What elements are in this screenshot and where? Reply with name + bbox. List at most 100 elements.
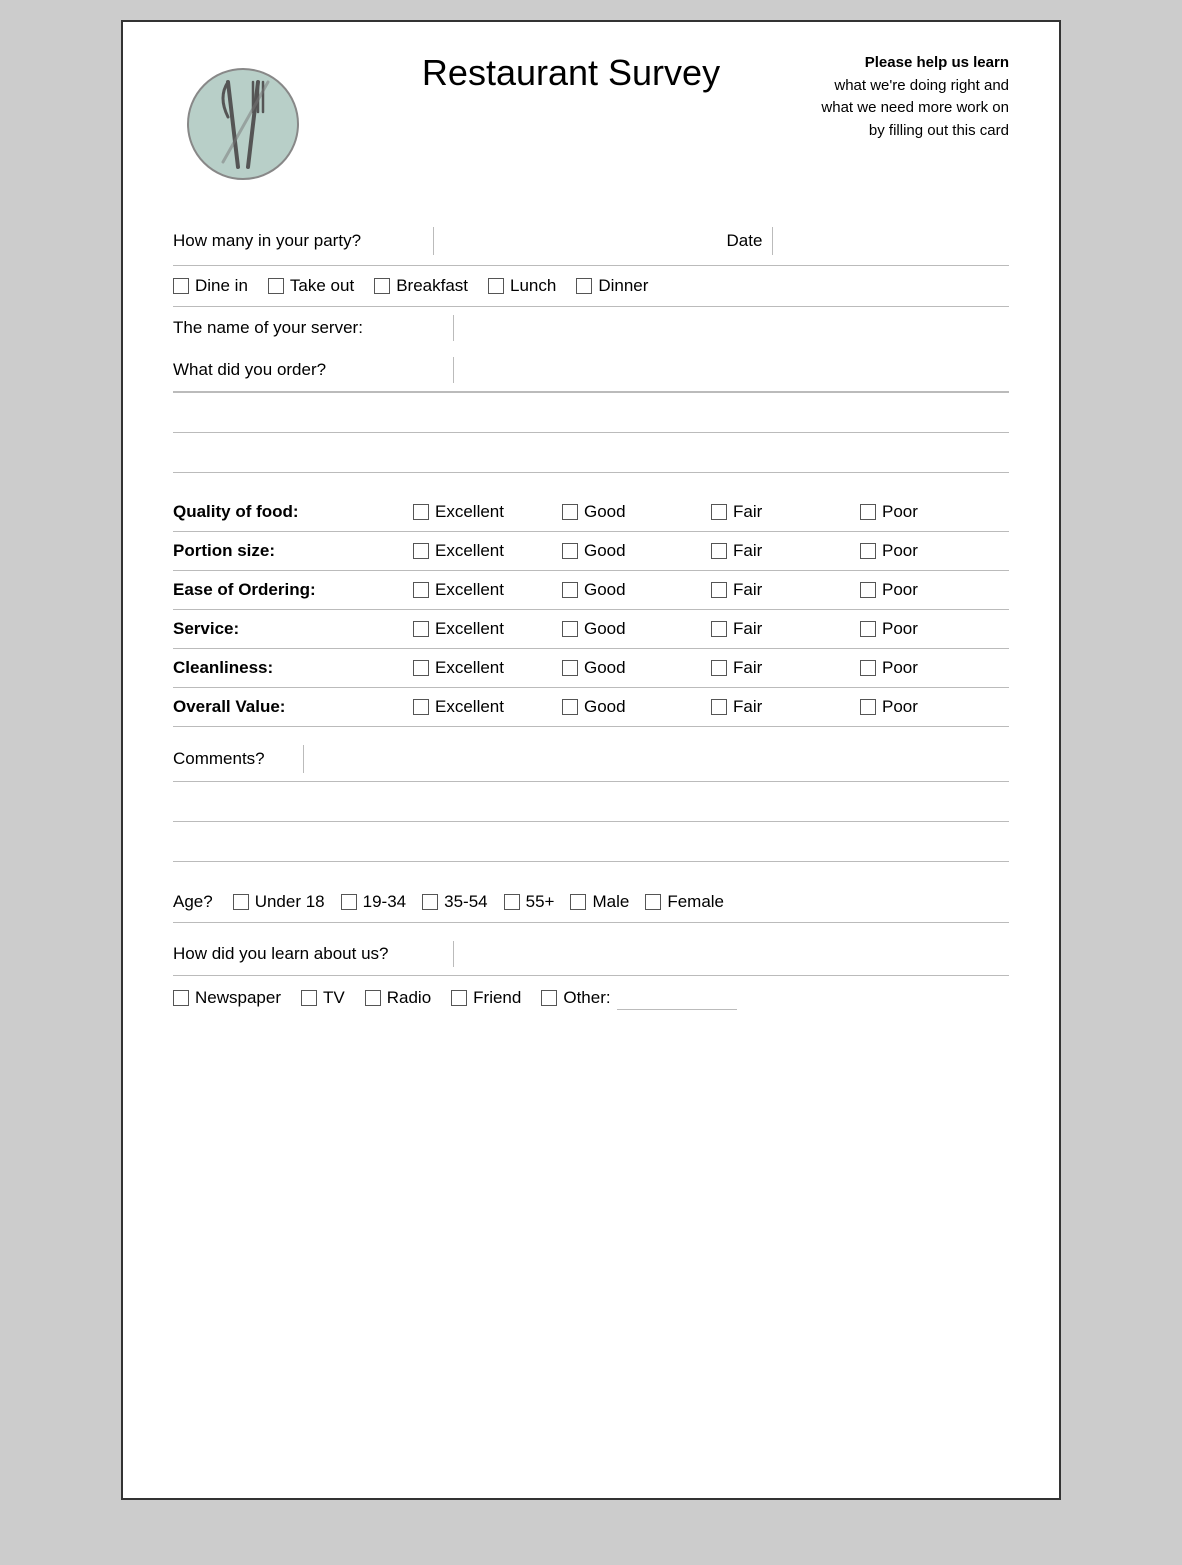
service-fair: Fair xyxy=(711,619,860,639)
party-input[interactable] xyxy=(433,227,727,255)
cleanliness-poor: Poor xyxy=(860,658,1009,678)
party-label: How many in your party? xyxy=(173,231,433,251)
dine-in-checkbox[interactable] xyxy=(173,278,189,294)
comments-label: Comments? xyxy=(173,749,303,769)
age-55plus-checkbox[interactable] xyxy=(504,894,520,910)
learn-label-row: How did you learn about us? xyxy=(173,933,1009,976)
page-title: Restaurant Survey xyxy=(333,52,809,94)
rating-label-service: Service: xyxy=(173,619,413,639)
age-1934-checkbox[interactable] xyxy=(341,894,357,910)
learn-newspaper-checkbox[interactable] xyxy=(173,990,189,1006)
rating-row-service: Service: Excellent Good Fair Poor xyxy=(173,610,1009,649)
age-under18-checkbox[interactable] xyxy=(233,894,249,910)
cleanliness-excellent-checkbox[interactable] xyxy=(413,660,429,676)
dinner-label: Dinner xyxy=(598,276,648,296)
learn-tv-checkbox[interactable] xyxy=(301,990,317,1006)
comments-section: Comments? xyxy=(173,737,1009,862)
take-out-checkbox[interactable] xyxy=(268,278,284,294)
ordering-excellent-checkbox[interactable] xyxy=(413,582,429,598)
food-poor-checkbox[interactable] xyxy=(860,504,876,520)
service-excellent: Excellent xyxy=(413,619,562,639)
ratings-section: Quality of food: Excellent Good Fair Poo… xyxy=(173,493,1009,727)
gender-male: Male xyxy=(570,892,629,912)
portion-fair-checkbox[interactable] xyxy=(711,543,727,559)
ordering-poor: Poor xyxy=(860,580,1009,600)
gender-female-checkbox[interactable] xyxy=(645,894,661,910)
age-label: Age? xyxy=(173,892,213,912)
food-poor: Poor xyxy=(860,502,1009,522)
take-out-label: Take out xyxy=(290,276,354,296)
service-excellent-checkbox[interactable] xyxy=(413,621,429,637)
order-input[interactable] xyxy=(453,357,1009,383)
ordering-poor-checkbox[interactable] xyxy=(860,582,876,598)
blank-line-1 xyxy=(173,397,1009,433)
cleanliness-good-checkbox[interactable] xyxy=(562,660,578,676)
rating-row-value: Overall Value: Excellent Good Fair Poor xyxy=(173,688,1009,727)
portion-good-checkbox[interactable] xyxy=(562,543,578,559)
survey-card: Restaurant Survey Please help us learn w… xyxy=(121,20,1061,1500)
lunch-checkbox[interactable] xyxy=(488,278,504,294)
rating-label-cleanliness: Cleanliness: xyxy=(173,658,413,678)
value-fair-checkbox[interactable] xyxy=(711,699,727,715)
food-fair: Fair xyxy=(711,502,860,522)
learn-other-input[interactable] xyxy=(617,986,737,1010)
age-55plus: 55+ xyxy=(504,892,555,912)
rating-row-ordering: Ease of Ordering: Excellent Good Fair Po… xyxy=(173,571,1009,610)
order-label: What did you order? xyxy=(173,360,453,380)
food-good-checkbox[interactable] xyxy=(562,504,578,520)
dine-in-label: Dine in xyxy=(195,276,248,296)
portion-good: Good xyxy=(562,541,711,561)
age-under18: Under 18 xyxy=(233,892,325,912)
date-input[interactable] xyxy=(772,227,1009,255)
value-poor-checkbox[interactable] xyxy=(860,699,876,715)
cleanliness-good: Good xyxy=(562,658,711,678)
value-excellent: Excellent xyxy=(413,697,562,717)
learn-tv: TV xyxy=(301,988,345,1008)
food-excellent-checkbox[interactable] xyxy=(413,504,429,520)
portion-excellent-checkbox[interactable] xyxy=(413,543,429,559)
rating-label-portion: Portion size: xyxy=(173,541,413,561)
portion-poor-checkbox[interactable] xyxy=(860,543,876,559)
breakfast-label: Breakfast xyxy=(396,276,468,296)
ordering-fair-checkbox[interactable] xyxy=(711,582,727,598)
cleanliness-excellent: Excellent xyxy=(413,658,562,678)
tagline: Please help us learn what we're doing ri… xyxy=(809,52,1009,142)
dinner-checkbox[interactable] xyxy=(576,278,592,294)
server-input[interactable] xyxy=(453,315,1009,341)
ordering-good-checkbox[interactable] xyxy=(562,582,578,598)
age-3554-checkbox[interactable] xyxy=(422,894,438,910)
service-poor-checkbox[interactable] xyxy=(860,621,876,637)
blank-line-2 xyxy=(173,437,1009,473)
comments-input[interactable] xyxy=(303,745,1009,773)
food-good: Good xyxy=(562,502,711,522)
gender-male-checkbox[interactable] xyxy=(570,894,586,910)
learn-other-checkbox[interactable] xyxy=(541,990,557,1006)
food-excellent: Excellent xyxy=(413,502,562,522)
server-section: The name of your server: What did you or… xyxy=(173,307,1009,393)
breakfast-checkbox[interactable] xyxy=(374,278,390,294)
service-fair-checkbox[interactable] xyxy=(711,621,727,637)
learn-label: How did you learn about us? xyxy=(173,944,453,964)
cleanliness-fair: Fair xyxy=(711,658,860,678)
value-fair: Fair xyxy=(711,697,860,717)
ordering-excellent: Excellent xyxy=(413,580,562,600)
cleanliness-fair-checkbox[interactable] xyxy=(711,660,727,676)
server-row: The name of your server: xyxy=(173,307,1009,349)
cleanliness-poor-checkbox[interactable] xyxy=(860,660,876,676)
dine-in-option: Dine in xyxy=(173,276,248,296)
order-row: What did you order? xyxy=(173,349,1009,392)
value-good-checkbox[interactable] xyxy=(562,699,578,715)
learn-radio-checkbox[interactable] xyxy=(365,990,381,1006)
server-label: The name of your server: xyxy=(173,318,453,338)
service-good-checkbox[interactable] xyxy=(562,621,578,637)
learn-section: How did you learn about us? Newspaper TV… xyxy=(173,933,1009,1020)
tagline-regular: what we're doing right and what we need … xyxy=(821,77,1009,139)
learn-input[interactable] xyxy=(453,941,1009,967)
portion-excellent: Excellent xyxy=(413,541,562,561)
food-fair-checkbox[interactable] xyxy=(711,504,727,520)
age-row: Age? Under 18 19-34 35-54 55+ Male xyxy=(173,882,1009,923)
rating-row-food: Quality of food: Excellent Good Fair Poo… xyxy=(173,493,1009,532)
value-excellent-checkbox[interactable] xyxy=(413,699,429,715)
learn-friend-checkbox[interactable] xyxy=(451,990,467,1006)
rating-options-service: Excellent Good Fair Poor xyxy=(413,619,1009,639)
